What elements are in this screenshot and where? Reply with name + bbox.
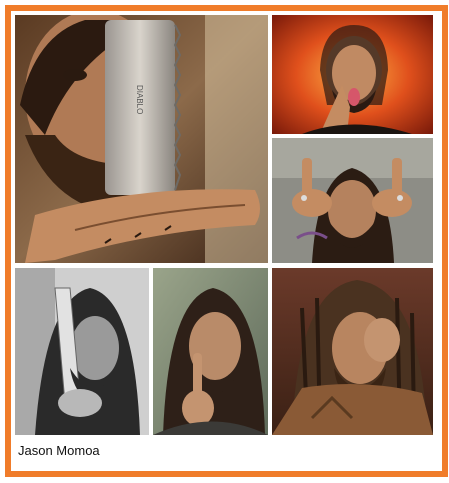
man-shush-gesture-icon (153, 268, 268, 435)
photo-fingers-up (272, 138, 433, 263)
man-holding-cleaver-icon: DIABLO (15, 15, 268, 263)
photo-knife-closeup: DIABLO (15, 15, 268, 263)
man-hand-on-face-icon (272, 268, 433, 435)
photo-dreadlocks-hand-on-face (272, 268, 433, 435)
svg-text:DIABLO: DIABLO (135, 85, 144, 114)
man-holding-knife-icon (15, 268, 149, 435)
caption-text: Jason Momoa (18, 443, 100, 458)
man-hands-raised-icon (272, 138, 433, 263)
man-tongue-out-rock-sign-icon (272, 15, 433, 134)
photo-shush (153, 268, 268, 435)
photo-fire-background (272, 15, 433, 134)
photo-bw-knife (15, 268, 149, 435)
